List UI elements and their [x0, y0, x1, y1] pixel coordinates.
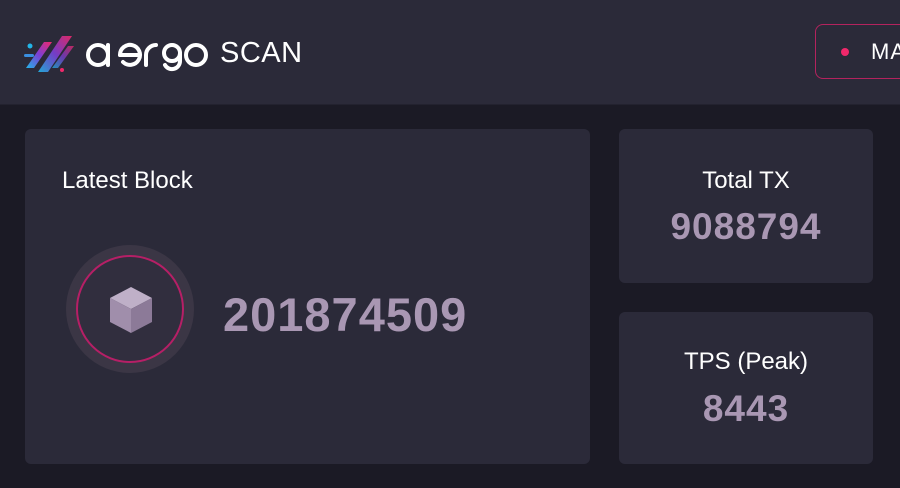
total-tx-card: Total TX 9088794 — [619, 129, 873, 283]
tps-title: TPS (Peak) — [683, 348, 809, 375]
total-tx-title: Total TX — [702, 167, 790, 194]
network-selector-button[interactable]: MA — [815, 24, 900, 79]
cube-icon — [110, 287, 152, 333]
latest-block-card[interactable]: Latest Block 201874509 — [25, 129, 590, 464]
aergo-scan-logo[interactable]: SCAN — [22, 28, 303, 78]
top-navbar: SCAN MA — [0, 0, 900, 104]
aergo-logo-icon — [24, 36, 74, 72]
block-icon-ring-inner — [76, 255, 184, 363]
block-icon-ring — [66, 245, 194, 373]
latest-block-title: Latest Block — [62, 167, 193, 194]
network-label: MA — [871, 38, 900, 64]
tps-value: 8443 — [702, 388, 790, 429]
latest-block-number[interactable]: 201874509 — [223, 287, 467, 342]
total-tx-value: 9088794 — [670, 206, 822, 247]
tps-card: TPS (Peak) 8443 — [619, 312, 873, 464]
logo-scan-text: SCAN — [220, 36, 303, 69]
network-status-dot — [841, 47, 849, 56]
aergo-wordmark — [86, 42, 208, 72]
